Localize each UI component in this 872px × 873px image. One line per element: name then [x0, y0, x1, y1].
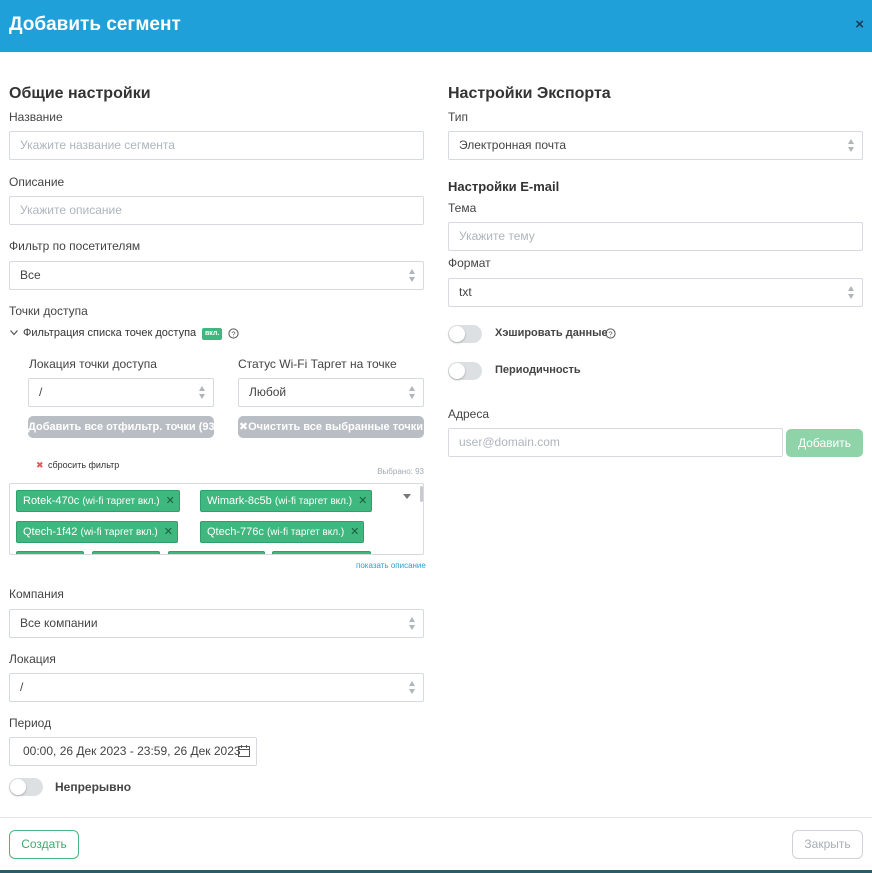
company-label: Компания [9, 587, 64, 601]
visitor-filter-label: Фильтр по посетителям [9, 239, 141, 253]
dialog-header: Добавить сегмент × [0, 0, 872, 52]
period-label: Период [9, 716, 52, 730]
type-label: Тип [448, 110, 469, 124]
description-input[interactable]: Укажите описание [9, 196, 424, 225]
export-settings-heading: Настройки Экспорта [448, 85, 611, 102]
ap-filter-label: Фильтрация списка точек доступа [23, 327, 197, 339]
select-arrows-icon [199, 386, 206, 399]
clear-all-selected-button[interactable]: ✖Очистить все выбранные точки [238, 416, 424, 438]
tag-status: (wi-fi таргет вкл.) [266, 527, 345, 538]
general-settings-heading: Общие настройки [9, 85, 151, 102]
selected-ap-tag-partial [16, 551, 84, 554]
period-input[interactable]: 00:00, 26 Дек 2023 - 23:59, 26 Дек 2023 [9, 737, 257, 766]
selected-ap-tag-partial [168, 551, 265, 554]
visitor-filter-select[interactable]: Все [9, 261, 424, 290]
ap-location-value: / [39, 385, 43, 399]
add-address-button[interactable]: Добавить [786, 429, 863, 457]
access-points-multiselect[interactable]: Rotek-470c (wi-fi таргет вкл.) ✕ Wimark-8… [9, 483, 424, 555]
continuous-label: Непрерывно [55, 780, 132, 794]
format-label: Формат [448, 256, 491, 270]
tag-status: (wi-fi таргет вкл.) [82, 496, 160, 507]
reset-filter-label: сбросить фильтр [48, 460, 120, 470]
tag-name: Qtech-776c [207, 526, 264, 538]
format-select[interactable]: txt [448, 278, 863, 307]
select-arrows-icon [409, 681, 416, 694]
selected-ap-tag: Rotek-470c (wi-fi таргет вкл.) ✕ [16, 490, 180, 512]
svg-text:?: ? [231, 329, 235, 338]
email-settings-heading: Настройки E-mail [448, 179, 560, 194]
location-select[interactable]: / [9, 673, 424, 702]
description-label: Описание [9, 175, 65, 189]
create-button[interactable]: Создать [9, 830, 79, 859]
close-icon[interactable]: × [855, 16, 864, 33]
address-input[interactable]: user@domain.com [448, 428, 783, 457]
subject-label: Тема [448, 201, 477, 215]
select-arrows-icon [409, 269, 416, 282]
export-type-value: Электронная почта [459, 138, 567, 152]
show-description-link[interactable]: показать описание [356, 561, 426, 570]
periodicity-toggle[interactable] [448, 362, 482, 380]
continuous-toggle[interactable] [9, 778, 43, 796]
remove-tag-icon[interactable]: ✕ [358, 491, 367, 511]
dropdown-caret-icon[interactable] [403, 494, 411, 499]
remove-tag-icon[interactable]: ✕ [166, 491, 175, 511]
chevron-down-icon [10, 330, 18, 336]
company-value: Все компании [20, 616, 98, 630]
tag-name: Rotek-470c [23, 495, 80, 507]
footer-divider [0, 817, 872, 818]
select-arrows-icon [409, 617, 416, 630]
hash-data-label: Хэшировать данные [495, 327, 608, 339]
export-type-select[interactable]: Электронная почта [448, 131, 863, 160]
selected-ap-tag: Wimark-8c5b (wi-fi таргет вкл.) ✕ [200, 490, 373, 512]
location-label: Локация [9, 652, 56, 666]
select-arrows-icon [409, 386, 416, 399]
reset-x-icon: ✖ [36, 460, 44, 470]
format-value: txt [459, 285, 472, 299]
wifi-status-value: Любой [249, 385, 287, 399]
dialog-title: Добавить сегмент [9, 14, 181, 35]
location-value: / [20, 680, 24, 694]
toggle-knob [10, 779, 26, 795]
svg-text:?: ? [608, 329, 612, 338]
wifi-status-label: Статус Wi-Fi Таргет на точке [238, 357, 397, 371]
calendar-icon[interactable] [238, 745, 250, 757]
tag-status: (wi-fi таргет вкл.) [274, 496, 353, 507]
help-icon[interactable]: ? [605, 328, 616, 339]
selected-ap-tag: Qtech-776c (wi-fi таргет вкл.) ✕ [200, 521, 365, 543]
close-button[interactable]: Закрыть [792, 830, 863, 859]
name-label: Название [9, 110, 63, 124]
period-value: 00:00, 26 Дек 2023 - 23:59, 26 Дек 2023 [23, 744, 241, 758]
access-points-label: Точки доступа [9, 304, 88, 318]
selected-ap-tag-partial [272, 551, 371, 554]
segment-name-input[interactable]: Укажите название сегмента [9, 131, 424, 160]
reset-filter-link[interactable]: ✖ сбросить фильтр [36, 455, 119, 473]
remove-tag-icon[interactable]: ✕ [164, 522, 173, 542]
selected-ap-tag-partial [92, 551, 160, 554]
tagbox-scrollbar[interactable] [420, 486, 423, 502]
tag-name: Wimark-8c5b [207, 495, 272, 507]
toggle-knob [449, 326, 465, 342]
subject-input[interactable]: Укажите тему [448, 222, 863, 251]
add-all-filtered-button[interactable]: Добавить все отфильтр. точки (93) [28, 416, 218, 438]
ap-location-label: Локация точки доступа [29, 357, 157, 371]
periodicity-label: Периодичность [495, 364, 581, 376]
tag-status: (wi-fi таргет вкл.) [80, 527, 158, 538]
help-icon[interactable]: ? [228, 328, 239, 339]
toggle-knob [449, 363, 465, 379]
remove-tag-icon[interactable]: ✕ [350, 522, 359, 542]
select-arrows-icon [848, 286, 855, 299]
addresses-label: Адреса [448, 407, 490, 421]
select-arrows-icon [848, 139, 855, 152]
ap-location-select[interactable]: / [28, 378, 214, 407]
filter-on-badge: вкл. [202, 328, 223, 340]
selected-count: Выбрано: 93 [377, 467, 424, 476]
visitor-filter-value: Все [20, 268, 41, 282]
hash-data-toggle[interactable] [448, 325, 482, 343]
selected-ap-tag: Qtech-1f42 (wi-fi таргет вкл.) ✕ [16, 521, 178, 543]
company-select[interactable]: Все компании [9, 609, 424, 638]
tag-name: Qtech-1f42 [23, 526, 78, 538]
wifi-status-select[interactable]: Любой [238, 378, 424, 407]
